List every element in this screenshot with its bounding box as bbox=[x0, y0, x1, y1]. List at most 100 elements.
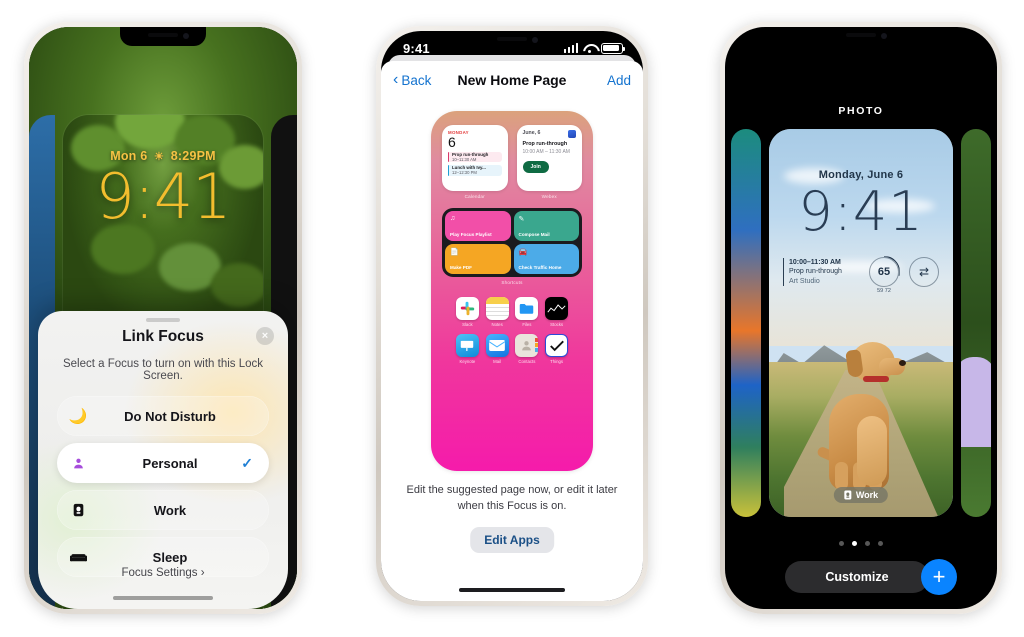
shortcut-label: Check Traffic Home bbox=[518, 265, 562, 270]
app-label: Files bbox=[522, 322, 532, 327]
calendar-title: Prop run-through bbox=[789, 268, 842, 276]
car-icon: 🚘 bbox=[518, 249, 528, 256]
webex-event: Prop run-through bbox=[522, 141, 568, 147]
app-label: Stocks bbox=[550, 322, 564, 327]
sheet-caption: Edit the suggested page now, or edit it … bbox=[406, 484, 618, 512]
focus-option-work[interactable]: Work bbox=[57, 490, 269, 530]
weather-widget[interactable]: 65 bbox=[869, 256, 900, 287]
home-page-preview[interactable]: MONDAY 6 Prop run-through 10–11:30 AM Lu… bbox=[431, 111, 593, 471]
shortcuts-widget[interactable]: ♫ Play Focus Playlist ✎ Compose Mail 📄 M… bbox=[442, 208, 582, 285]
dog-photo-subject bbox=[813, 340, 909, 490]
app-label: Slack bbox=[462, 322, 473, 327]
phone-right: PHOTO Monday, June 6 9:41 10:00–11:30 AM… bbox=[720, 22, 1002, 614]
app-label: Things bbox=[550, 359, 564, 364]
calendar-event: Lunch with Ivy... 12–12:30 PM bbox=[448, 164, 502, 176]
app-grid: Slack Notes Files Stocks Keynote Mail Co… bbox=[442, 285, 582, 364]
rings-icon[interactable]: ⇄ bbox=[909, 257, 939, 287]
app-label: Mail bbox=[493, 359, 502, 364]
back-button[interactable]: ‹ Back bbox=[393, 72, 431, 88]
calendar-widget[interactable]: MONDAY 6 Prop run-through 10–11:30 AM Lu… bbox=[442, 125, 508, 191]
app-icon-contacts[interactable]: Contacts bbox=[515, 334, 540, 364]
shortcut-check-traffic-home[interactable]: 🚘 Check Traffic Home bbox=[513, 244, 579, 274]
edit-apps-button[interactable]: Edit Apps bbox=[470, 527, 554, 553]
calendar-event: Prop run-through 10–11:30 AM bbox=[448, 151, 502, 163]
page-dot-active[interactable] bbox=[852, 541, 857, 546]
join-button[interactable]: Join bbox=[522, 160, 549, 173]
mail-icon bbox=[485, 334, 509, 357]
focus-status-badge[interactable]: Work bbox=[833, 487, 889, 503]
add-wallpaper-button[interactable]: + bbox=[921, 559, 957, 595]
customize-button[interactable]: Customize bbox=[785, 561, 929, 593]
wifi-icon bbox=[583, 43, 596, 53]
lock-widget-row: 10:00–11:30 AM Prop run-through Art Stud… bbox=[783, 256, 939, 294]
notch bbox=[120, 27, 206, 46]
focus-option-list: 🌙 Do Not Disturb Personal ✓ Work Sleep bbox=[38, 396, 288, 577]
focus-settings-link[interactable]: Focus Settings › bbox=[38, 567, 288, 579]
notch bbox=[469, 31, 555, 50]
shortcut-compose-mail[interactable]: ✎ Compose Mail bbox=[513, 211, 579, 241]
status-indicators bbox=[563, 42, 625, 54]
left-screen: Mon 6 ☀ 8:29PM 9:41 Link Focus × Select … bbox=[29, 27, 297, 609]
keynote-icon bbox=[455, 334, 479, 357]
add-button[interactable]: Add bbox=[607, 73, 631, 88]
page-dot[interactable] bbox=[865, 541, 870, 546]
phone-left: Mon 6 ☀ 8:29PM 9:41 Link Focus × Select … bbox=[24, 22, 302, 614]
webex-widget[interactable]: June, 6 Prop run-through 10:00 AM – 11:3… bbox=[516, 125, 582, 191]
focus-option-label: Sleep bbox=[152, 549, 188, 565]
battery-icon bbox=[601, 42, 625, 54]
app-icon-notes[interactable]: Notes bbox=[485, 297, 510, 327]
lock-time: 9:41 bbox=[95, 160, 231, 233]
shortcut-play-focus-playlist[interactable]: ♫ Play Focus Playlist bbox=[445, 211, 511, 241]
focus-option-personal[interactable]: Personal ✓ bbox=[57, 443, 269, 483]
calendar-widget[interactable]: 10:00–11:30 AM Prop run-through Art Stud… bbox=[783, 257, 842, 287]
screenshot-root: Mon 6 ☀ 8:29PM 9:41 Link Focus × Select … bbox=[0, 0, 1024, 637]
shortcut-label: Make PDF bbox=[450, 265, 472, 270]
webex-time: 10:00 AM – 11:30 AM bbox=[522, 148, 570, 155]
app-label: Keynote bbox=[459, 359, 476, 364]
app-icon-keynote[interactable]: Keynote bbox=[455, 334, 480, 364]
notch bbox=[818, 27, 904, 46]
app-icon-stocks[interactable]: Stocks bbox=[544, 297, 569, 327]
new-home-page-sheet: ‹ Back New Home Page Add MONDAY 6 Prop r… bbox=[381, 55, 643, 601]
music-note-icon: ♫ bbox=[450, 215, 456, 222]
app-icon-mail[interactable]: Mail bbox=[485, 334, 510, 364]
middle-screen: 9:41 ‹ Back New Home Page Add MONDAY 6 P… bbox=[381, 31, 643, 601]
app-icon-slack[interactable]: Slack bbox=[455, 297, 480, 327]
sheet-title: Link Focus bbox=[122, 328, 204, 345]
calendar-widget-label: Calendar bbox=[464, 194, 485, 199]
stocks-icon bbox=[545, 297, 569, 320]
focus-option-label: Do Not Disturb bbox=[124, 408, 216, 424]
event-time: 10–11:30 AM bbox=[452, 157, 477, 162]
sheet-grabber[interactable] bbox=[146, 318, 180, 322]
page-dot[interactable] bbox=[878, 541, 883, 546]
shortcut-make-pdf[interactable]: 📄 Make PDF bbox=[445, 244, 511, 274]
lock-screen-preview[interactable]: Monday, June 6 9:41 10:00–11:30 AM Prop … bbox=[769, 129, 953, 517]
calendar-day: 6 bbox=[448, 134, 456, 150]
phone-middle: 9:41 ‹ Back New Home Page Add MONDAY 6 P… bbox=[376, 26, 648, 606]
app-icon-files[interactable]: Files bbox=[515, 297, 540, 327]
focus-badge-label: Work bbox=[855, 490, 879, 500]
page-dots[interactable] bbox=[725, 541, 997, 546]
wallpaper-peek-left[interactable] bbox=[731, 129, 761, 517]
things-icon bbox=[545, 334, 569, 357]
slack-icon bbox=[455, 297, 479, 320]
focus-option-label: Work bbox=[153, 502, 187, 518]
page-dot[interactable] bbox=[839, 541, 844, 546]
event-time: 12–12:30 PM bbox=[452, 170, 477, 176]
checkmark-icon: ✓ bbox=[241, 454, 253, 471]
chevron-left-icon: ‹ bbox=[393, 71, 399, 88]
sheet-subtitle: Select a Focus to turn on with this Lock… bbox=[62, 358, 264, 382]
shortcut-label: Play Focus Playlist bbox=[450, 232, 492, 237]
wallpaper-type-label: PHOTO bbox=[838, 105, 884, 117]
wallpaper-peek-right[interactable] bbox=[961, 129, 991, 517]
focus-option-label: Personal bbox=[142, 455, 198, 471]
files-icon bbox=[515, 297, 539, 320]
widget-row-top: MONDAY 6 Prop run-through 10–11:30 AM Lu… bbox=[442, 125, 582, 199]
compose-icon: ✎ bbox=[518, 216, 525, 223]
webex-widget-label: Webex bbox=[541, 194, 557, 199]
lock-time[interactable]: 9:41 bbox=[769, 180, 953, 243]
close-icon[interactable]: × bbox=[256, 327, 274, 345]
app-icon-things[interactable]: Things bbox=[544, 334, 569, 364]
document-icon: 📄 bbox=[450, 249, 459, 256]
focus-option-do-not-disturb[interactable]: 🌙 Do Not Disturb bbox=[57, 396, 269, 436]
